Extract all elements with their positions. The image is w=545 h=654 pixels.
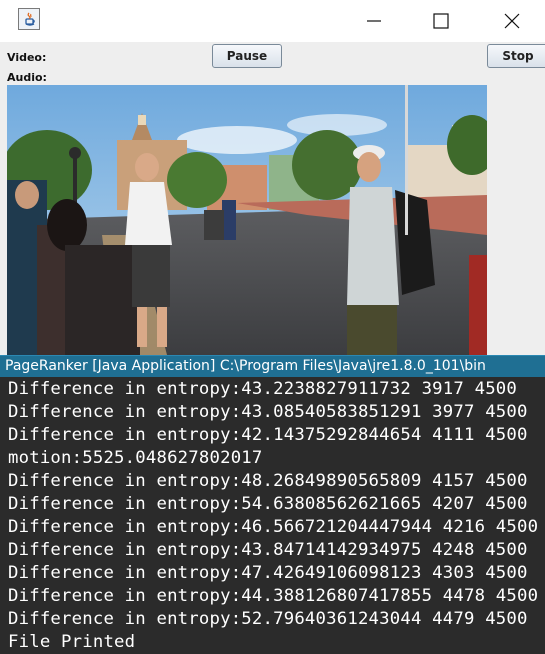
console-line: Difference in entropy:48.26849890565809 … [8, 471, 528, 491]
minimize-button[interactable] [351, 0, 397, 42]
console-line: Difference in entropy:43.2238827911732 3… [8, 379, 518, 399]
pause-button[interactable]: Pause [212, 44, 282, 68]
stop-button[interactable]: Stop [487, 44, 545, 68]
console-line: Difference in entropy:42.14375292844654 … [8, 425, 528, 445]
video-image [7, 85, 487, 355]
media-controls: Video: Audio: Pause Stop [0, 42, 545, 85]
console-line: Difference in entropy:46.566721204447944… [8, 517, 539, 537]
java-app-icon[interactable] [18, 8, 40, 30]
video-side-panel [487, 85, 545, 355]
close-button[interactable] [489, 0, 535, 42]
video-border [0, 85, 7, 355]
video-label: Video: [7, 51, 47, 64]
console-line: Difference in entropy:43.84714142934975 … [8, 540, 528, 560]
title-bar [0, 0, 545, 42]
minimize-icon [367, 20, 381, 22]
maximize-button[interactable] [418, 0, 464, 42]
console-line: Difference in entropy:47.42649106098123 … [8, 563, 528, 583]
console-title-bar: PageRanker [Java Application] C:\Program… [0, 355, 545, 377]
console-line: Difference in entropy:44.388126807417855… [8, 586, 539, 606]
console-line: File Printed [8, 632, 136, 652]
video-frame [7, 85, 487, 355]
maximize-icon [433, 13, 449, 29]
close-icon [504, 13, 520, 29]
console-line: Difference in entropy:52.79640361243044 … [8, 609, 528, 629]
audio-label: Audio: [7, 71, 47, 84]
console-line: Difference in entropy:43.08540583851291 … [8, 402, 528, 422]
console-output[interactable]: Difference in entropy:43.2238827911732 3… [0, 377, 545, 654]
console-line: Difference in entropy:54.63808562621665 … [8, 494, 528, 514]
console-line: motion:5525.048627802017 [8, 448, 263, 468]
